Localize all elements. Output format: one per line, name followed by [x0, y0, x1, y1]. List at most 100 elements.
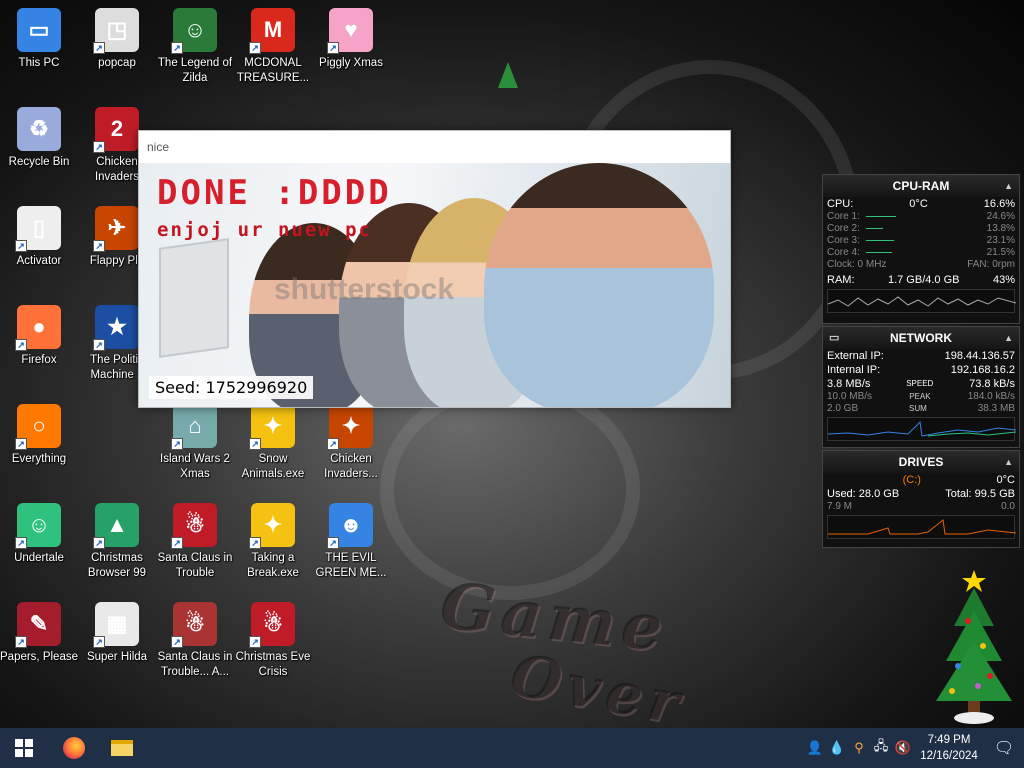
- shortcut-arrow-icon: ↗: [249, 636, 261, 648]
- desktop-icon[interactable]: ▯ ↗ Activator: [0, 202, 78, 296]
- desktop-icon[interactable]: ✦ ↗ Chicken Invaders...: [312, 400, 390, 494]
- shortcut-arrow-icon: ↗: [171, 42, 183, 54]
- drive-usage-row: Used: 28.0 GB Total: 99.5 GB: [823, 487, 1019, 501]
- popup-subline: enjoj ur nuew pc: [157, 219, 373, 241]
- desktop-icon-label: Activator: [16, 255, 62, 267]
- drive-io-row: 7.9 M 0.0: [823, 501, 1019, 513]
- desktop-icon[interactable]: ✦ ↗ Snow Animals.exe: [234, 400, 312, 494]
- app-icon: ▯ ↗: [15, 206, 61, 252]
- desktop-icon[interactable]: ◳ ↗ popcap: [78, 4, 156, 98]
- peak-up: 184.0 kB/s: [967, 391, 1015, 402]
- app-icon: ★ ↗: [93, 305, 139, 351]
- sum-down: 2.0 GB: [827, 403, 859, 414]
- app-icon: ☺ ↗: [15, 503, 61, 549]
- desktop-icon[interactable]: ♥ ↗ Piggly Xmas: [312, 4, 390, 98]
- taskbar-clock[interactable]: 7:49 PM 12/16/2024: [914, 732, 984, 764]
- desktop-icon-label: Papers, Please: [0, 651, 78, 663]
- speed-up: 73.8 kB/s: [969, 378, 1015, 390]
- core-label: Core 1:: [827, 211, 860, 222]
- desktop-icon[interactable]: ☺ ↗ Undertale: [0, 499, 78, 593]
- app-icon: ⌂ ↗: [171, 404, 217, 450]
- core-label: Core 4:: [827, 247, 860, 258]
- monitor-icon: ▭: [829, 332, 840, 344]
- search-tool-icon[interactable]: ⚲: [848, 740, 870, 756]
- taskbar-firefox-button[interactable]: [50, 728, 98, 768]
- desktop-icon-label: Undertale: [14, 552, 64, 564]
- notifications-icon[interactable]: 🗨: [984, 738, 1024, 758]
- desktop-icon[interactable]: ▭ This PC: [0, 4, 78, 98]
- popup-headline: DONE :DDDD: [157, 173, 392, 213]
- person-figure: [484, 163, 714, 407]
- core-value: 23.1%: [986, 235, 1015, 246]
- desktop-icon[interactable]: ☃ ↗ Santa Claus in Trouble... A...: [156, 598, 234, 692]
- clock-date: 12/16/2024: [920, 750, 978, 762]
- app-icon: ✦ ↗: [249, 404, 295, 450]
- desktop-icon[interactable]: ☃ ↗ Christmas Eve Crisis: [234, 598, 312, 692]
- system-tray: 👤 💧 ⚲ 🖧 🔇 7:49 PM 12/16/2024 🗨: [804, 728, 1024, 768]
- collapse-caret-icon[interactable]: ▲: [1004, 327, 1013, 349]
- app-icon: ● ↗: [15, 305, 61, 351]
- drive-used: Used: 28.0 GB: [827, 488, 900, 500]
- ram-percent: 43%: [992, 274, 1015, 286]
- desktop-icon-label: Super Hilda: [86, 651, 148, 663]
- internal-ip-label: Internal IP:: [827, 364, 881, 376]
- shortcut-arrow-icon: ↗: [93, 141, 105, 153]
- app-icon: ▭: [17, 8, 61, 52]
- desktop-icon[interactable]: ☻ ↗ THE EVIL GREEN ME...: [312, 499, 390, 593]
- collapse-caret-icon[interactable]: ▲: [1004, 451, 1013, 473]
- desktop-icon-label: Santa Claus in Trouble: [157, 552, 233, 579]
- cpu-ram-title: CPU-RAM: [892, 179, 950, 193]
- app-icon: ☻ ↗: [327, 503, 373, 549]
- cpu-ram-gadget[interactable]: CPU-RAM ▲ CPU: 0°C 16.6% Core 1: 24.6% Cor…: [822, 174, 1020, 324]
- speed-down: 3.8 MB/s: [827, 378, 871, 390]
- cpu-summary-row: CPU: 0°C 16.6%: [823, 197, 1019, 211]
- core-label: Core 2:: [827, 223, 860, 234]
- popup-image: DONE :DDDD enjoj ur nuew pc shutterstock…: [139, 163, 730, 407]
- taskbar-explorer-button[interactable]: [98, 728, 146, 768]
- desktop-icon-label: Chicken Invaders...: [324, 453, 378, 480]
- peak-down: 10.0 MB/s: [827, 391, 873, 402]
- core-value: 21.5%: [986, 247, 1015, 258]
- volume-muted-icon[interactable]: 🔇: [892, 740, 914, 756]
- desktop-icon-label: MCDONAL TREASURE...: [236, 57, 310, 84]
- monitor-shape: [159, 238, 229, 358]
- sum-up: 38.3 MB: [977, 403, 1015, 414]
- network-gadget[interactable]: ▭ NETWORK ▲ External IP: 198.44.136.57 I…: [822, 326, 1020, 448]
- shortcut-arrow-icon: ↗: [327, 438, 339, 450]
- collapse-caret-icon[interactable]: ▲: [1004, 175, 1013, 197]
- desktop-icon[interactable]: ♻ Recycle Bin: [0, 103, 78, 197]
- desktop-icon[interactable]: ☃ ↗ Santa Claus in Trouble: [156, 499, 234, 593]
- drives-gadget[interactable]: DRIVES ▲ (C:) 0°C Used: 28.0 GB Total: 9…: [822, 450, 1020, 548]
- start-button[interactable]: [0, 728, 48, 768]
- droplet-icon[interactable]: 💧: [826, 740, 848, 756]
- app-icon: ♻: [17, 107, 61, 151]
- app-icon: 2 ↗: [93, 107, 139, 153]
- internal-ip-value: 192.168.16.2: [950, 364, 1015, 376]
- desktop-icon[interactable]: ▲ ↗ Christmas Browser 99: [78, 499, 156, 593]
- popup-window[interactable]: nice DONE :DDDD enjoj ur nuew pc shutter…: [138, 130, 731, 408]
- desktop-icon-label: Snow Animals.exe: [241, 453, 305, 480]
- desktop-icon[interactable]: ⌂ ↗ Island Wars 2 Xmas: [156, 400, 234, 494]
- desktop-icon[interactable]: ☺ ↗ The Legend of Zilda: [156, 4, 234, 98]
- desktop-icon[interactable]: M ↗ MCDONAL TREASURE...: [234, 4, 312, 98]
- desktop-icon[interactable]: ✦ ↗ Taking a Break.exe: [234, 499, 312, 593]
- desktop-icon-label: Piggly Xmas: [319, 57, 383, 69]
- app-icon: ☃ ↗: [171, 602, 217, 648]
- desktop-icon-label: Recycle Bin: [8, 156, 70, 168]
- desktop-icon-label: Santa Claus in Trouble... A...: [157, 651, 233, 678]
- desktop-icon[interactable]: ▦ ↗ Super Hilda: [78, 598, 156, 692]
- desktop-icon[interactable]: ✎ ↗ Papers, Please: [0, 598, 78, 692]
- app-icon: ☃ ↗: [171, 503, 217, 549]
- drives-title: DRIVES: [898, 455, 944, 469]
- drive-graph: [827, 515, 1017, 539]
- shortcut-arrow-icon: ↗: [249, 42, 261, 54]
- drive-row: (C:) 0°C: [823, 473, 1019, 487]
- cpu-temp: 0°C: [909, 198, 928, 210]
- network-tray-icon[interactable]: 🖧: [870, 737, 892, 759]
- people-icon[interactable]: 👤: [804, 740, 826, 756]
- desktop-icon[interactable]: ○ ↗ Everything: [0, 400, 78, 494]
- drive-letter: (C:): [902, 474, 921, 486]
- core-list: Core 1: 24.6% Core 2: 13.8% Core 3: 23.1% Core…: [823, 211, 1019, 259]
- desktop-icon[interactable]: ● ↗ Firefox: [0, 301, 78, 395]
- firefox-icon: [63, 737, 85, 759]
